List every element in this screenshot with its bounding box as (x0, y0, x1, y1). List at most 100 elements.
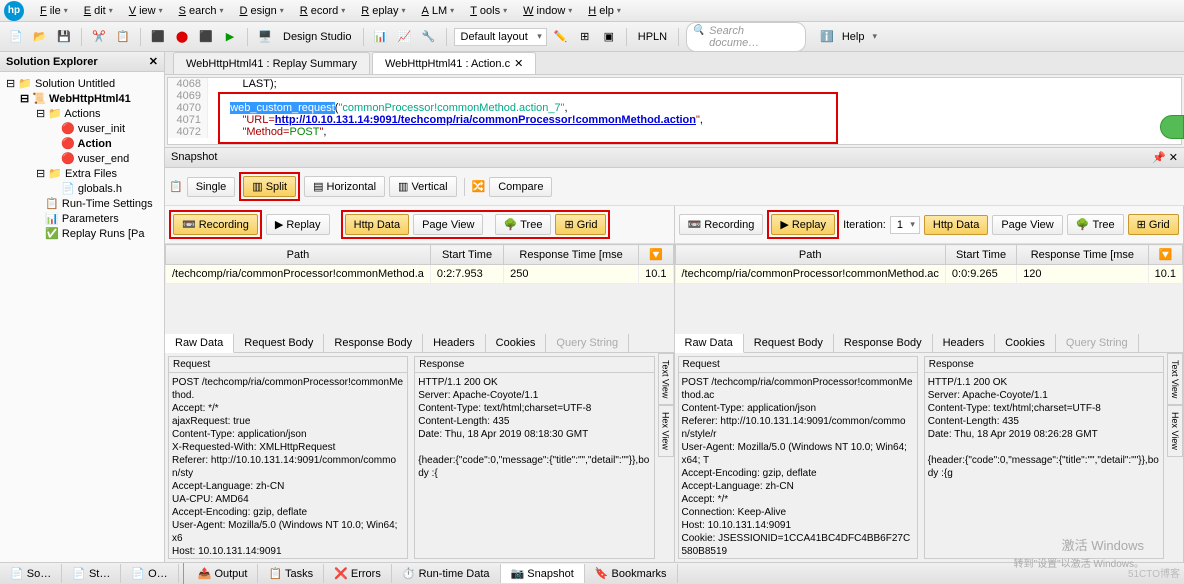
tree-button-r[interactable]: 🌳 Tree (1067, 214, 1124, 235)
view-horizontal[interactable]: ▤ Horizontal (304, 176, 385, 197)
menu-edit[interactable]: Edit ▾ (76, 2, 121, 20)
bottom-tab[interactable]: 📄 St… (62, 564, 121, 583)
panel-icon[interactable]: ▣ (599, 27, 619, 47)
view-single[interactable]: Single (187, 177, 236, 197)
play-icon[interactable]: ▶ (220, 27, 240, 47)
data-tab-request-body[interactable]: Request Body (744, 334, 834, 352)
tool-icon-2[interactable]: 📈 (395, 27, 415, 47)
layout-dropdown[interactable]: Default layout (454, 28, 547, 46)
menu-alm[interactable]: ALM ▾ (414, 2, 463, 20)
help-label[interactable]: Help (838, 31, 869, 43)
side-badge[interactable] (1160, 115, 1184, 139)
close-icon[interactable]: ✕ (1169, 152, 1178, 164)
tree-item-replay-runs-pa[interactable]: ✅ Replay Runs [Pa (4, 226, 160, 241)
compare-button[interactable]: Compare (489, 177, 552, 197)
menu-tools[interactable]: Tools ▾ (462, 2, 515, 20)
tree-item-webhttphtml41[interactable]: ⊟ 📜 WebHttpHtml41 (4, 91, 160, 106)
recording-grid-right[interactable]: Path Start Time Response Time [mse 🔽 /te… (675, 244, 1184, 284)
response-body-right[interactable]: HTTP/1.1 200 OK Server: Apache-Coyote/1.… (925, 373, 1163, 558)
replay-tab-left[interactable]: ▶ Replay (266, 214, 330, 235)
tree-item-vuser-end[interactable]: 🔴 vuser_end (4, 151, 160, 166)
data-tab-headers[interactable]: Headers (933, 334, 996, 352)
recording-tab-right[interactable]: 📼 Recording (679, 214, 764, 235)
data-tab-request-body[interactable]: Request Body (234, 334, 324, 352)
tree-item-extra-files[interactable]: ⊟ 📁 Extra Files (4, 166, 160, 181)
save-icon[interactable]: 💾 (54, 27, 74, 47)
close-icon[interactable]: ✕ (514, 57, 523, 70)
request-body-right[interactable]: POST /techcomp/ria/commonProcessor!commo… (679, 373, 917, 558)
data-tab-raw-data[interactable]: Raw Data (675, 334, 744, 353)
menu-view[interactable]: View ▾ (121, 2, 171, 20)
menu-design[interactable]: Design ▾ (232, 2, 292, 20)
help-icon[interactable]: ℹ️ (820, 30, 834, 43)
hex-view-tab-r[interactable]: Hex View (1167, 405, 1183, 457)
page-view-button[interactable]: Page View (413, 214, 483, 235)
code-editor[interactable]: 4068 LAST);40694070 web_custom_request("… (167, 77, 1182, 145)
grid-button[interactable]: ⊞ Grid (555, 214, 606, 235)
data-tab-response-body[interactable]: Response Body (324, 334, 423, 352)
tool-icon-3[interactable]: 🔧 (419, 27, 439, 47)
search-input[interactable]: Search docume… (686, 22, 806, 52)
grid-icon[interactable]: ⊞ (575, 27, 595, 47)
text-view-tab-r[interactable]: Text View (1167, 353, 1183, 405)
data-tab-raw-data[interactable]: Raw Data (165, 334, 234, 353)
data-tab-cookies[interactable]: Cookies (486, 334, 547, 352)
tool-icon-1[interactable]: 📊 (371, 27, 391, 47)
view-split[interactable]: ▥ Split (243, 176, 296, 197)
open-icon[interactable]: 📂 (30, 27, 50, 47)
tree-item-globals-h[interactable]: 📄 globals.h (4, 181, 160, 196)
recording-grid-left[interactable]: Path Start Time Response Time [mse 🔽 /te… (165, 244, 674, 284)
data-tab-headers[interactable]: Headers (423, 334, 486, 352)
hpln-label[interactable]: HPLN (634, 31, 671, 43)
pencil-icon[interactable]: ✏️ (551, 27, 571, 47)
tree-item-solution-untitled[interactable]: ⊟ 📁 Solution Untitled (4, 76, 160, 91)
design-studio-icon[interactable]: 🖥️ (255, 27, 275, 47)
menu-record[interactable]: Record ▾ (292, 2, 354, 20)
grid-button-r[interactable]: ⊞ Grid (1128, 214, 1179, 235)
solution-tree[interactable]: ⊟ 📁 Solution Untitled⊟ 📜 WebHttpHtml41⊟ … (0, 72, 164, 562)
editor-tab[interactable]: WebHttpHtml41 : Replay Summary (173, 52, 370, 74)
menu-help[interactable]: Help ▾ (580, 2, 629, 20)
http-data-button[interactable]: Http Data (345, 214, 409, 235)
bottom-tab-tasks[interactable]: 📋 Tasks (258, 564, 324, 583)
bottom-tab-snapshot[interactable]: 📷 Snapshot (501, 564, 585, 583)
design-studio-label[interactable]: Design Studio (279, 31, 356, 43)
data-tab-response-body[interactable]: Response Body (834, 334, 933, 352)
cut-icon[interactable]: ✂️ (89, 27, 109, 47)
recording-tab-left[interactable]: 📼 Recording (173, 214, 258, 235)
menu-window[interactable]: Window ▾ (515, 2, 580, 20)
tree-button[interactable]: 🌳 Tree (495, 214, 552, 235)
tree-item-parameters[interactable]: 📊 Parameters (4, 211, 160, 226)
pin-icon[interactable]: 📌 (1152, 152, 1166, 164)
response-body-left[interactable]: HTTP/1.1 200 OK Server: Apache-Coyote/1.… (415, 373, 653, 558)
request-body-left[interactable]: POST /techcomp/ria/commonProcessor!commo… (169, 373, 407, 558)
tree-item-actions[interactable]: ⊟ 📁 Actions (4, 106, 160, 121)
close-icon[interactable]: ✕ (149, 55, 158, 68)
http-data-button-r[interactable]: Http Data (924, 215, 988, 235)
hex-view-tab[interactable]: Hex View (658, 405, 674, 457)
replay-tab-right[interactable]: ▶ Replay (771, 214, 835, 235)
bottom-tab-errors[interactable]: ❌ Errors (324, 564, 392, 583)
bottom-tab[interactable]: 📄 So… (0, 564, 62, 583)
bottom-tab-bookmarks[interactable]: 🔖 Bookmarks (585, 564, 678, 583)
iteration-dropdown[interactable]: 1 (890, 216, 920, 234)
editor-tab[interactable]: WebHttpHtml41 : Action.c ✕ (372, 52, 536, 74)
bottom-tab-output[interactable]: 📤 Output (188, 564, 259, 583)
copy-icon[interactable]: 📋 (113, 27, 133, 47)
tree-item-action[interactable]: 🔴 Action (4, 136, 160, 151)
page-view-button-r[interactable]: Page View (992, 215, 1062, 235)
menu-file[interactable]: File ▾ (32, 2, 76, 20)
record-icon[interactable]: ⬤ (172, 27, 192, 47)
stop-icon[interactable]: ⬛ (196, 27, 216, 47)
text-view-tab[interactable]: Text View (658, 353, 674, 405)
bottom-tab[interactable]: 📄 O… (121, 564, 178, 583)
tree-item-run-time-settings[interactable]: 📋 Run-Time Settings (4, 196, 160, 211)
step-icon[interactable]: ⬛ (148, 27, 168, 47)
bottom-tab-run-time-data[interactable]: ⏱️ Run-time Data (392, 564, 501, 583)
menu-search[interactable]: Search ▾ (171, 2, 232, 20)
compare-icon[interactable]: 🔀 (472, 180, 486, 193)
tree-item-vuser-init[interactable]: 🔴 vuser_init (4, 121, 160, 136)
new-icon[interactable]: 📄 (6, 27, 26, 47)
view-vertical[interactable]: ▥ Vertical (389, 176, 456, 197)
menu-replay[interactable]: Replay ▾ (353, 2, 413, 20)
